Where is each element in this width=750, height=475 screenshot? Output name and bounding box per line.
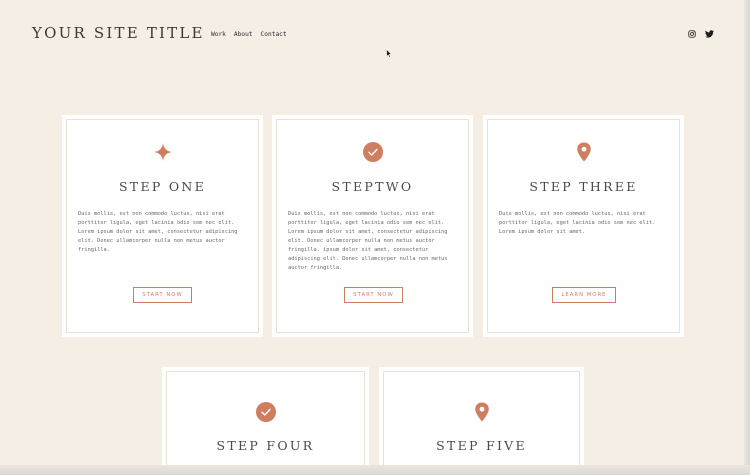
twitter-icon[interactable] <box>705 30 714 38</box>
social-links <box>688 30 714 38</box>
start-now-button[interactable]: START NOW <box>344 287 403 303</box>
card-title: STEP FIVE <box>436 438 527 453</box>
card-body-text: Duis mollis, est non commodo luctus, nis… <box>78 211 238 253</box>
instagram-icon[interactable] <box>688 30 696 38</box>
card-border <box>166 371 365 475</box>
window-frame-bottom <box>0 465 750 475</box>
check-circle-icon <box>255 402 276 422</box>
start-now-button[interactable]: START NOW <box>133 287 192 303</box>
step-card-three: STEP THREE Duis mollis, est non commodo … <box>483 115 684 337</box>
card-body-text: Duis mollis, est non commodo luctus, nis… <box>288 211 448 271</box>
sparkle-icon <box>153 143 172 161</box>
card-title: STEP FOUR <box>216 438 315 453</box>
step-card-two: STEPTWO Duis mollis, est non commodo luc… <box>272 115 473 337</box>
nav-item-contact[interactable]: Contact <box>261 31 287 38</box>
step-card-five: STEP FIVE <box>379 367 584 475</box>
learn-more-button[interactable]: LEARN MORE <box>552 287 616 303</box>
card-title: STEPTWO <box>331 179 414 194</box>
nav-item-about[interactable]: About <box>234 31 253 38</box>
step-card-one: STEP ONE Duis mollis, est non commodo lu… <box>62 115 263 337</box>
site-title[interactable]: YOUR SITE TITLE <box>32 24 205 42</box>
step-card-four: STEP FOUR <box>162 367 369 475</box>
check-circle-icon <box>362 142 383 162</box>
window-frame-right <box>744 0 750 475</box>
mouse-cursor-icon <box>386 49 392 58</box>
map-pin-icon <box>576 142 591 162</box>
card-border <box>383 371 580 475</box>
card-body-text: Duis mollis, est non commodo luctus, nis… <box>499 211 656 235</box>
page: YOUR SITE TITLE Work About Contact STEP … <box>0 0 750 475</box>
card-title: STEP ONE <box>118 179 207 194</box>
map-pin-icon <box>474 402 489 422</box>
main-nav: Work About Contact <box>211 31 287 38</box>
card-title: STEP THREE <box>529 179 638 194</box>
nav-item-work[interactable]: Work <box>211 31 226 38</box>
